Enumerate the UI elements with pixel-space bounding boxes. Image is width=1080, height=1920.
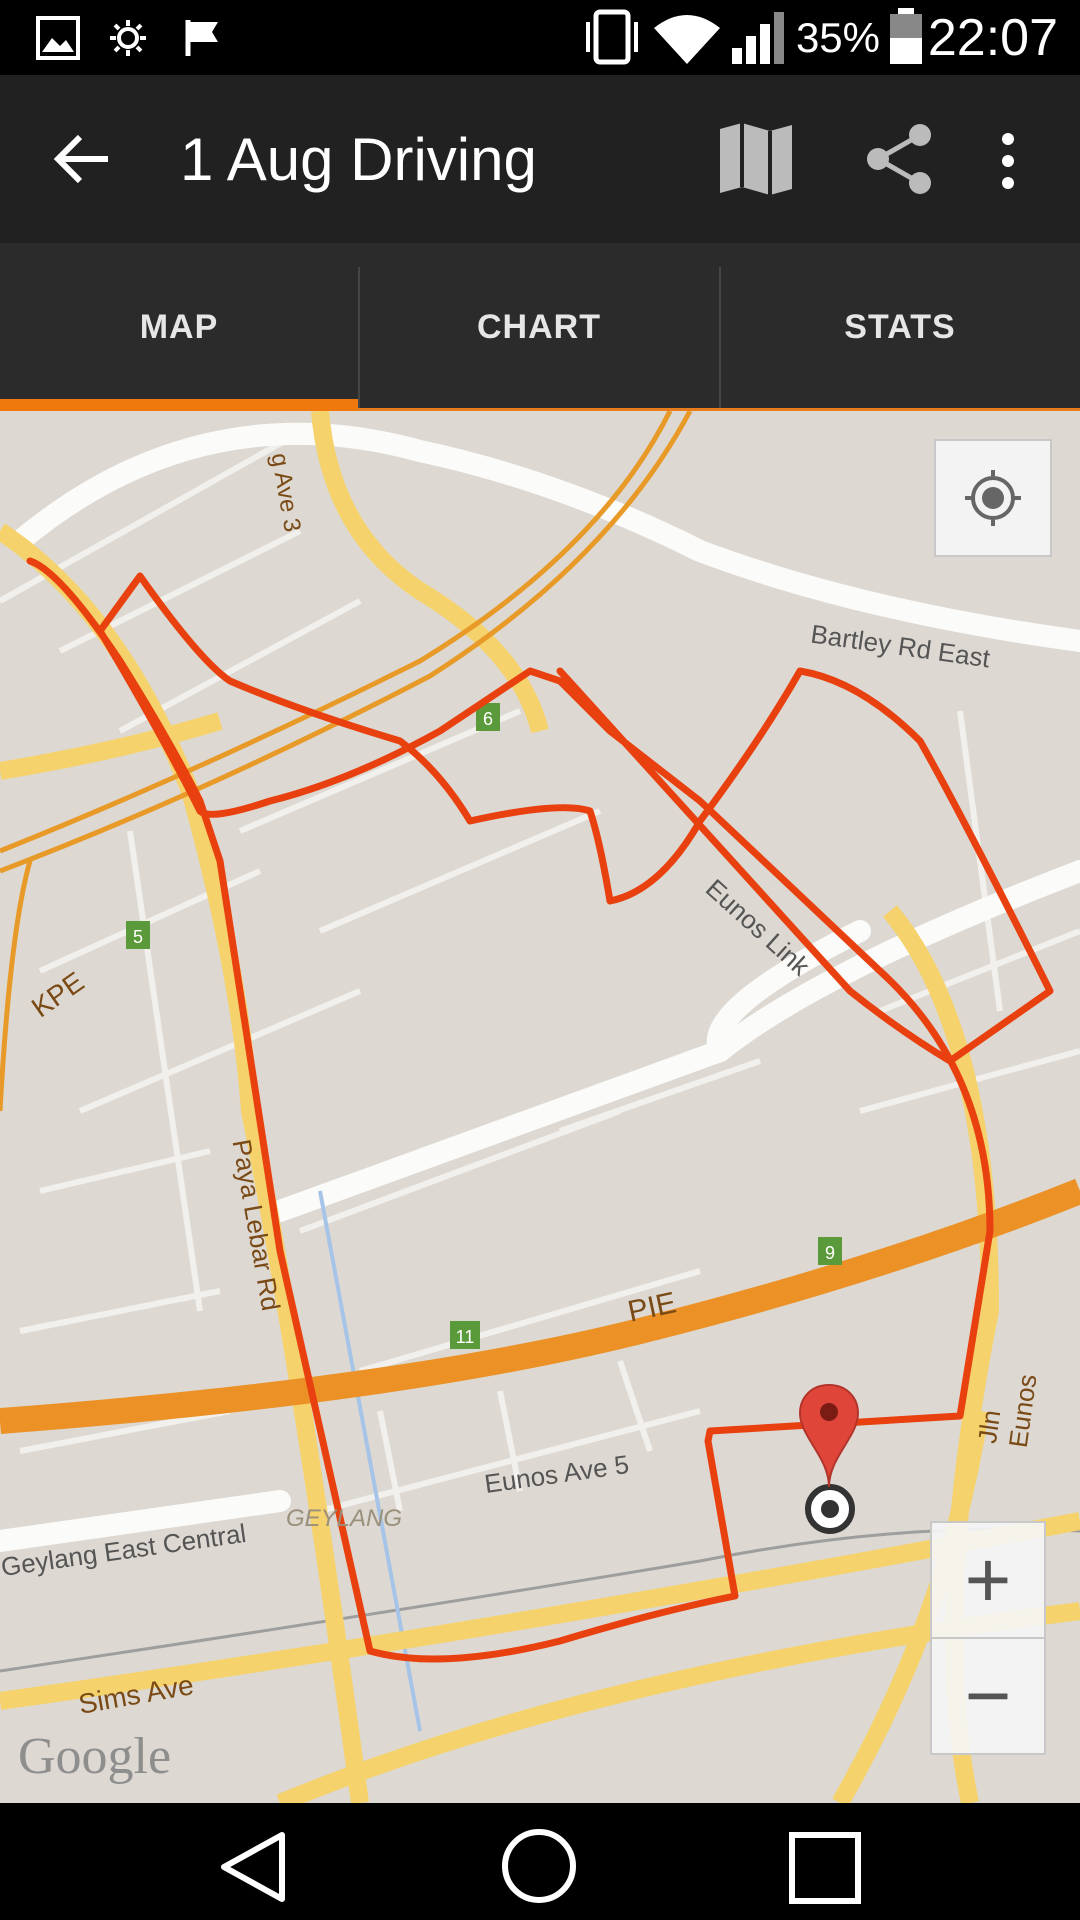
crosshair-icon: [965, 470, 1021, 526]
recents-square-icon[interactable]: [788, 1831, 862, 1905]
exit-marker: 11: [450, 1321, 480, 1349]
navigation-bar: [0, 1803, 1080, 1920]
area-label-geylang: GEYLANG: [286, 1505, 403, 1532]
map-view[interactable]: 6 5 9 11 Google g Ave 3 Bartley Rd East …: [0, 411, 1080, 1803]
zoom-in-button[interactable]: +: [930, 1521, 1046, 1639]
zoom-in-label: +: [964, 1535, 1012, 1624]
svg-text:9: 9: [825, 1243, 835, 1263]
tab-map[interactable]: MAP: [0, 243, 358, 411]
tab-selected-indicator: [0, 399, 358, 411]
location-pin-icon[interactable]: [796, 1381, 862, 1491]
vibrate-icon: [586, 9, 638, 65]
back-triangle-icon[interactable]: [218, 1829, 288, 1905]
tab-chart[interactable]: CHART: [360, 243, 718, 411]
exit-marker: 5: [126, 921, 150, 949]
home-circle-icon[interactable]: [500, 1827, 578, 1905]
svg-text:5: 5: [133, 927, 143, 947]
signal-icon: [732, 12, 784, 64]
map-canvas: 6 5 9 11 Google: [0, 411, 1080, 1803]
exit-marker: 9: [818, 1237, 842, 1265]
wifi-icon: [654, 15, 720, 64]
svg-text:6: 6: [483, 709, 493, 729]
tab-bar: MAP CHART STATS: [0, 243, 1080, 411]
app-bar: 1 Aug Driving: [0, 75, 1080, 243]
gallery-icon: [36, 16, 80, 60]
battery-percent: 35%: [795, 14, 880, 61]
pie-expressway: [0, 1178, 1080, 1434]
status-bar: 35% 22:07: [0, 0, 1080, 75]
battery-icon: [890, 8, 922, 64]
back-arrow-icon[interactable]: [52, 131, 112, 187]
more-vert-icon[interactable]: [996, 131, 1020, 191]
page-title: 1 Aug Driving: [180, 126, 537, 193]
flag-icon: [185, 20, 218, 56]
tab-stats[interactable]: STATS: [721, 243, 1079, 411]
zoom-out-label: −: [964, 1651, 1012, 1740]
google-logo: Google: [18, 1728, 171, 1785]
zoom-out-button[interactable]: −: [930, 1637, 1046, 1755]
my-location-button[interactable]: [934, 439, 1052, 557]
svg-text:11: 11: [456, 1327, 475, 1347]
share-icon[interactable]: [864, 123, 936, 195]
brightness-icon: [110, 20, 146, 56]
map-icon[interactable]: [716, 121, 796, 197]
clock: 22:07: [927, 9, 1058, 67]
